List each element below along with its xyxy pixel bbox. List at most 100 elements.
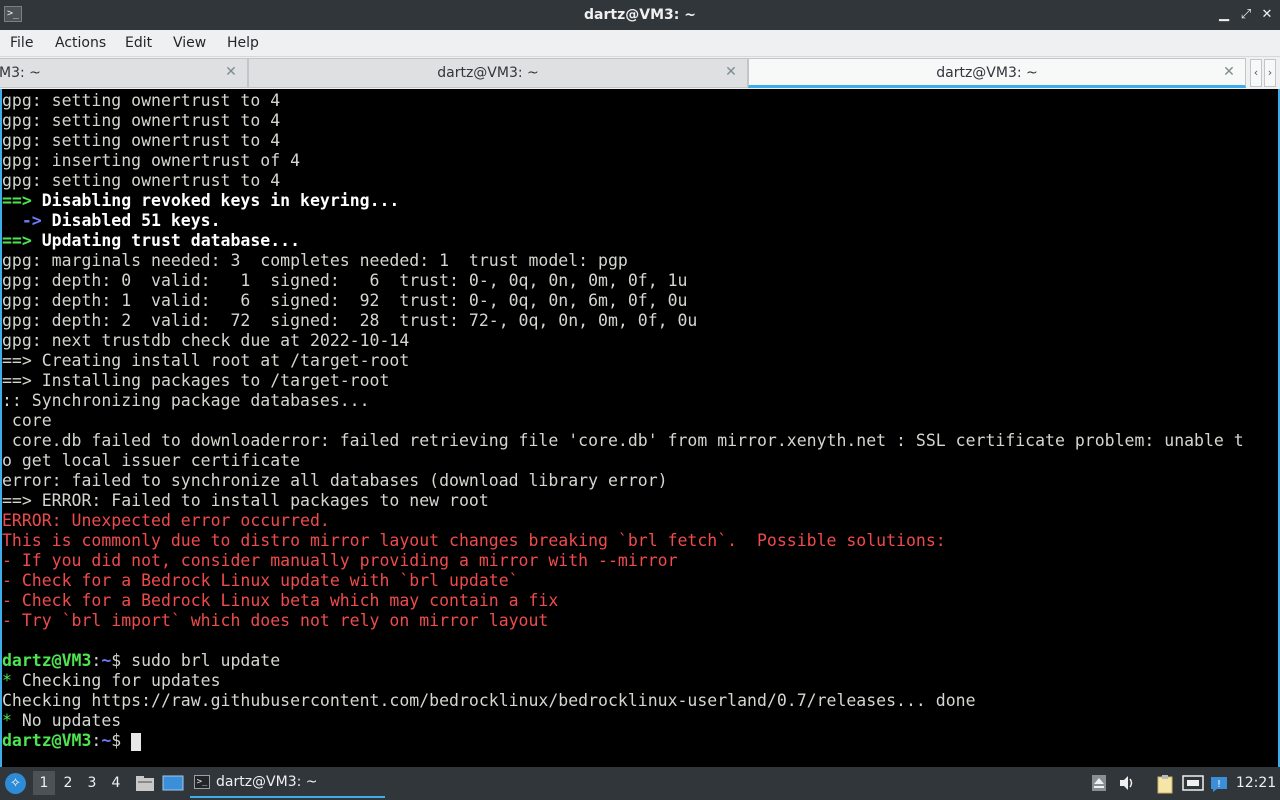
show-desktop-icon[interactable] [162,774,184,792]
taskbar: ✧ 1 2 3 4 >_ dartz@VM3: ~ ! 12:21 [0,767,1280,800]
tab-3-active[interactable]: dartz@VM3: ~ ✕ [748,58,1246,88]
terminal-text: Updating trust database... [41,231,301,250]
terminal-text: - Check for a Bedrock Linux beta which m… [2,591,559,610]
terminal-text: dartz@VM3 [2,731,92,750]
terminal-text: * [2,711,12,730]
minimize-button[interactable]: ▁ [1216,7,1232,23]
update-notifier-icon[interactable]: ! [1210,774,1228,792]
terminal-line: ERROR: Unexpected error occurred. [2,511,1278,531]
terminal-line: gpg: setting ownertrust to 4 [2,91,1278,111]
terminal-cursor [131,732,142,751]
window-title: dartz@VM3: ~ [584,7,696,23]
terminal-line: ==> ERROR: Failed to install packages to… [2,491,1278,511]
desktop-2-button[interactable]: 2 [57,771,79,795]
terminal-text: gpg: setting ownertrust to 4 [2,131,281,150]
tab-scroll-left-icon[interactable]: ‹ [1250,59,1262,87]
menu-file[interactable]: File [10,30,33,56]
menu-actions[interactable]: Actions [55,30,106,56]
terminal-text: ==> ERROR: Failed to install packages to… [2,491,489,510]
terminal-text: No updates [11,711,122,730]
window-title-bar[interactable]: >_ dartz@VM3: ~ ▁ ⤢ ✕ [0,0,1280,30]
terminal-line: * Checking for updates [2,671,1278,691]
terminal-text: error: failed to synchronize all databas… [2,471,668,490]
desktop-4-button[interactable]: 4 [105,771,127,795]
terminal-text: gpg: depth: 2 valid: 72 signed: 28 trust… [2,311,698,330]
terminal-line: - Check for a Bedrock Linux update with … [2,571,1278,591]
terminal-output[interactable]: gpg: setting ownertrust to 4 gpg: setting… [0,89,1280,767]
terminal-text: gpg: setting ownertrust to 4 [2,111,281,130]
clipboard-icon[interactable] [1155,774,1175,794]
terminal-line: gpg: setting ownertrust to 4 [2,131,1278,151]
tab-scroll-right-icon[interactable]: › [1264,59,1276,87]
terminal-text: o get local issuer certificate [2,451,301,470]
tab-close-icon[interactable]: ✕ [223,64,239,80]
terminal-text: - Try `brl import` which does not rely o… [2,611,549,630]
terminal-line: gpg: setting ownertrust to 4 [2,171,1278,191]
terminal-line: ==> Installing packages to /target-root [2,371,1278,391]
terminal-line: - If you did not, consider manually prov… [2,551,1278,571]
terminal-line: ==> Creating install root at /target-roo… [2,351,1278,371]
terminal-line: gpg: next trustdb check due at 2022-10-1… [2,331,1278,351]
taskbar-window-button[interactable]: >_ dartz@VM3: ~ [190,769,385,798]
tab-bar: M3: ~ ✕ dartz@VM3: ~ ✕ dartz@VM3: ~ ✕ ‹ … [0,57,1280,89]
terminal-line: ==> Disabling revoked keys in keyring... [2,191,1278,211]
terminal-text: gpg: marginals needed: 3 completes neede… [2,251,628,270]
terminal-line: -> Disabled 51 keys. [2,211,1278,231]
terminal-text: ERROR: Unexpected error occurred. [2,511,330,530]
terminal-line: gpg: marginals needed: 3 completes neede… [2,251,1278,271]
tab-close-icon[interactable]: ✕ [723,64,739,80]
taskbar-window-label: dartz@VM3: ~ [216,774,318,790]
terminal-line: This is commonly due to distro mirror la… [2,531,1278,551]
tab-close-icon[interactable]: ✕ [1221,64,1237,80]
terminal-line: gpg: depth: 0 valid: 1 signed: 6 trust: … [2,271,1278,291]
menu-edit[interactable]: Edit [125,30,152,56]
desktop-3-button[interactable]: 3 [81,771,103,795]
terminal-text: Checking https://raw.githubusercontent.c… [2,691,976,710]
close-window-button[interactable]: ✕ [1259,7,1275,23]
terminal-text: gpg: depth: 0 valid: 1 signed: 6 trust: … [2,271,688,290]
network-icon[interactable] [1182,774,1204,792]
terminal-text: gpg: setting ownertrust to 4 [2,171,281,190]
tab-label: dartz@VM3: ~ [936,65,1038,81]
terminal-line: gpg: setting ownertrust to 4 [2,111,1278,131]
svg-text:!: ! [1217,779,1221,790]
terminal-text: Disabling revoked keys in keyring... [41,191,400,210]
terminal-text: ~ [101,651,112,670]
maximize-button[interactable]: ⤢ [1238,7,1254,23]
terminal-text: This is commonly due to distro mirror la… [2,531,946,550]
desktop-1-button[interactable]: 1 [33,771,55,795]
terminal-text: dartz@VM3 [2,651,92,670]
start-menu-icon[interactable]: ✧ [5,773,26,794]
menu-view[interactable]: View [173,30,206,56]
terminal-lines: gpg: setting ownertrust to 4 gpg: setting… [2,91,1278,751]
terminal-text: gpg: setting ownertrust to 4 [2,91,281,110]
terminal-line: gpg: depth: 2 valid: 72 signed: 28 trust… [2,311,1278,331]
volume-icon[interactable] [1117,774,1137,792]
terminal-task-icon: >_ [194,775,210,789]
menu-help[interactable]: Help [227,30,259,56]
terminal-text: $ sudo brl update [111,651,281,670]
terminal-line: * No updates [2,711,1278,731]
terminal-text: Disabled 51 keys. [51,211,221,230]
terminal-line: :: Synchronizing package databases... [2,391,1278,411]
terminal-text: - If you did not, consider manually prov… [2,551,678,570]
terminal-text: $ [111,731,132,750]
terminal-line: dartz@VM3:~$ sudo brl update [2,651,1278,671]
terminal-text: ==> Creating install root at /target-roo… [2,351,410,370]
terminal-text: Checking for updates [11,671,221,690]
tab-1[interactable]: M3: ~ ✕ [0,58,248,88]
terminal-text: ==> [2,231,42,250]
tab-2[interactable]: dartz@VM3: ~ ✕ [248,58,748,88]
clock[interactable]: 12:21 [1234,767,1278,800]
eject-icon[interactable] [1090,774,1108,792]
file-manager-icon[interactable] [135,774,155,792]
terminal-line: core.db failed to downloaderror: failed … [2,431,1278,451]
terminal-text: * [2,671,12,690]
terminal-line: o get local issuer certificate [2,451,1278,471]
terminal-line: core [2,411,1278,431]
terminal-line: gpg: inserting ownertrust of 4 [2,151,1278,171]
terminal-text: gpg: inserting ownertrust of 4 [2,151,301,170]
terminal-text: :: Synchronizing package databases... [2,391,370,410]
terminal-text: gpg: depth: 1 valid: 6 signed: 92 trust:… [2,291,688,310]
terminal-text: core.db failed to downloaderror: failed … [2,431,1244,450]
